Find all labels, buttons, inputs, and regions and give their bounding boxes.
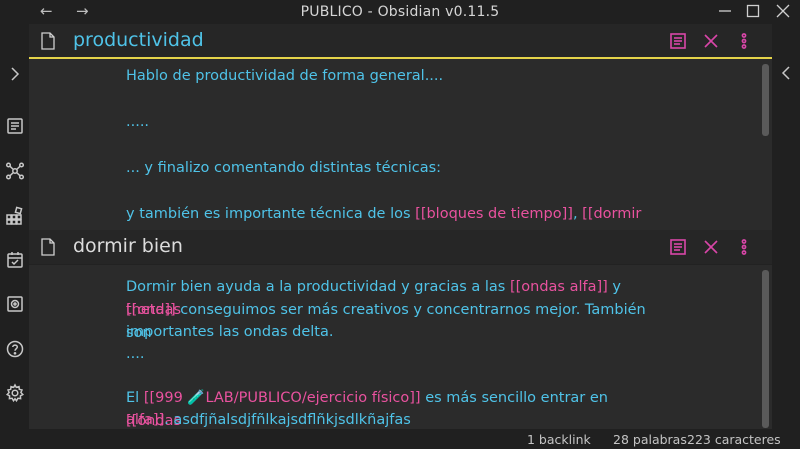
text-span: El [126,390,144,406]
pane-header: dormir bien [29,230,772,265]
text-line: ..... [126,114,150,130]
more-options-icon[interactable] [735,238,753,256]
internal-link[interactable]: alfa]] [126,412,164,428]
vault-icon[interactable] [5,294,25,314]
close-pane-icon[interactable] [702,32,720,50]
calendar-icon[interactable] [5,250,25,270]
text-line: Hablo de productividad de forma general.… [126,68,444,84]
text-span: y también es importante técnica de los [126,206,416,222]
character-count: 223 caracteres [687,432,781,447]
title-bar: ← → PUBLICO - Obsidian v0.11.5 [0,0,800,24]
maximize-icon[interactable] [745,3,761,19]
open-quick-switcher-icon[interactable] [5,116,25,136]
text-line: y también es importante técnica de los [… [126,203,686,230]
text-line: ... y finalizo comentando distintas técn… [126,160,442,176]
backlink-count[interactable]: 1 backlink [527,432,591,447]
file-icon [41,32,55,50]
close-window-icon[interactable] [775,3,791,19]
text-line: alfa]]. asdfjñalsdjfñlkajsdflñkjsdlkñajf… [126,409,646,429]
pane-header: productividad [29,24,772,59]
text-line: importantes las ondas delta. [126,324,334,340]
pane-title[interactable]: dormir bien [73,235,183,257]
text-span: Dormir bien ayuda a la productividad y g… [126,279,510,295]
minimize-icon[interactable] [717,3,733,19]
chevron-right-icon[interactable] [5,64,25,84]
right-sidebar [772,24,800,429]
more-options-icon[interactable] [735,32,753,50]
file-icon [41,238,55,256]
status-bar: 1 backlink 28 palabras 223 caracteres [0,429,800,449]
internal-link[interactable]: theta]] [126,302,176,318]
internal-link[interactable]: [[bloques de tiempo]] [415,206,573,222]
left-ribbon [0,24,29,429]
scrollbar[interactable] [762,64,769,136]
help-icon[interactable] [5,339,25,359]
note-pane-dormir-bien: dormir bien Dormir bien ayuda a la produ… [29,230,772,429]
command-palette-icon[interactable] [5,206,25,226]
word-count: 28 palabras [613,432,687,447]
scrollbar[interactable] [762,270,769,428]
preview-mode-icon[interactable] [669,32,687,50]
text-span: y [607,279,622,295]
text-span: , [572,206,583,222]
internal-link[interactable]: [[ondas alfa]] [510,279,608,295]
graph-view-icon[interactable] [5,161,25,181]
close-pane-icon[interactable] [702,238,720,256]
text-span: es más sencillo entrar en [420,390,608,406]
note-pane-productividad: productividad Hablo de productividad de … [29,24,772,230]
internal-link[interactable]: [[999 🧪LAB/PUBLICO/ejercicio físico]] [144,390,421,406]
chevron-left-icon[interactable] [778,64,794,82]
text-line: .... [126,346,145,362]
preview-mode-icon[interactable] [669,238,687,256]
text-span: . asdfjñalsdjfñlkajsdflñkjsdlkñajfas [164,412,411,428]
window-title: PUBLICO - Obsidian v0.11.5 [300,4,500,20]
pane-title[interactable]: productividad [73,29,204,51]
settings-icon[interactable] [5,383,25,403]
